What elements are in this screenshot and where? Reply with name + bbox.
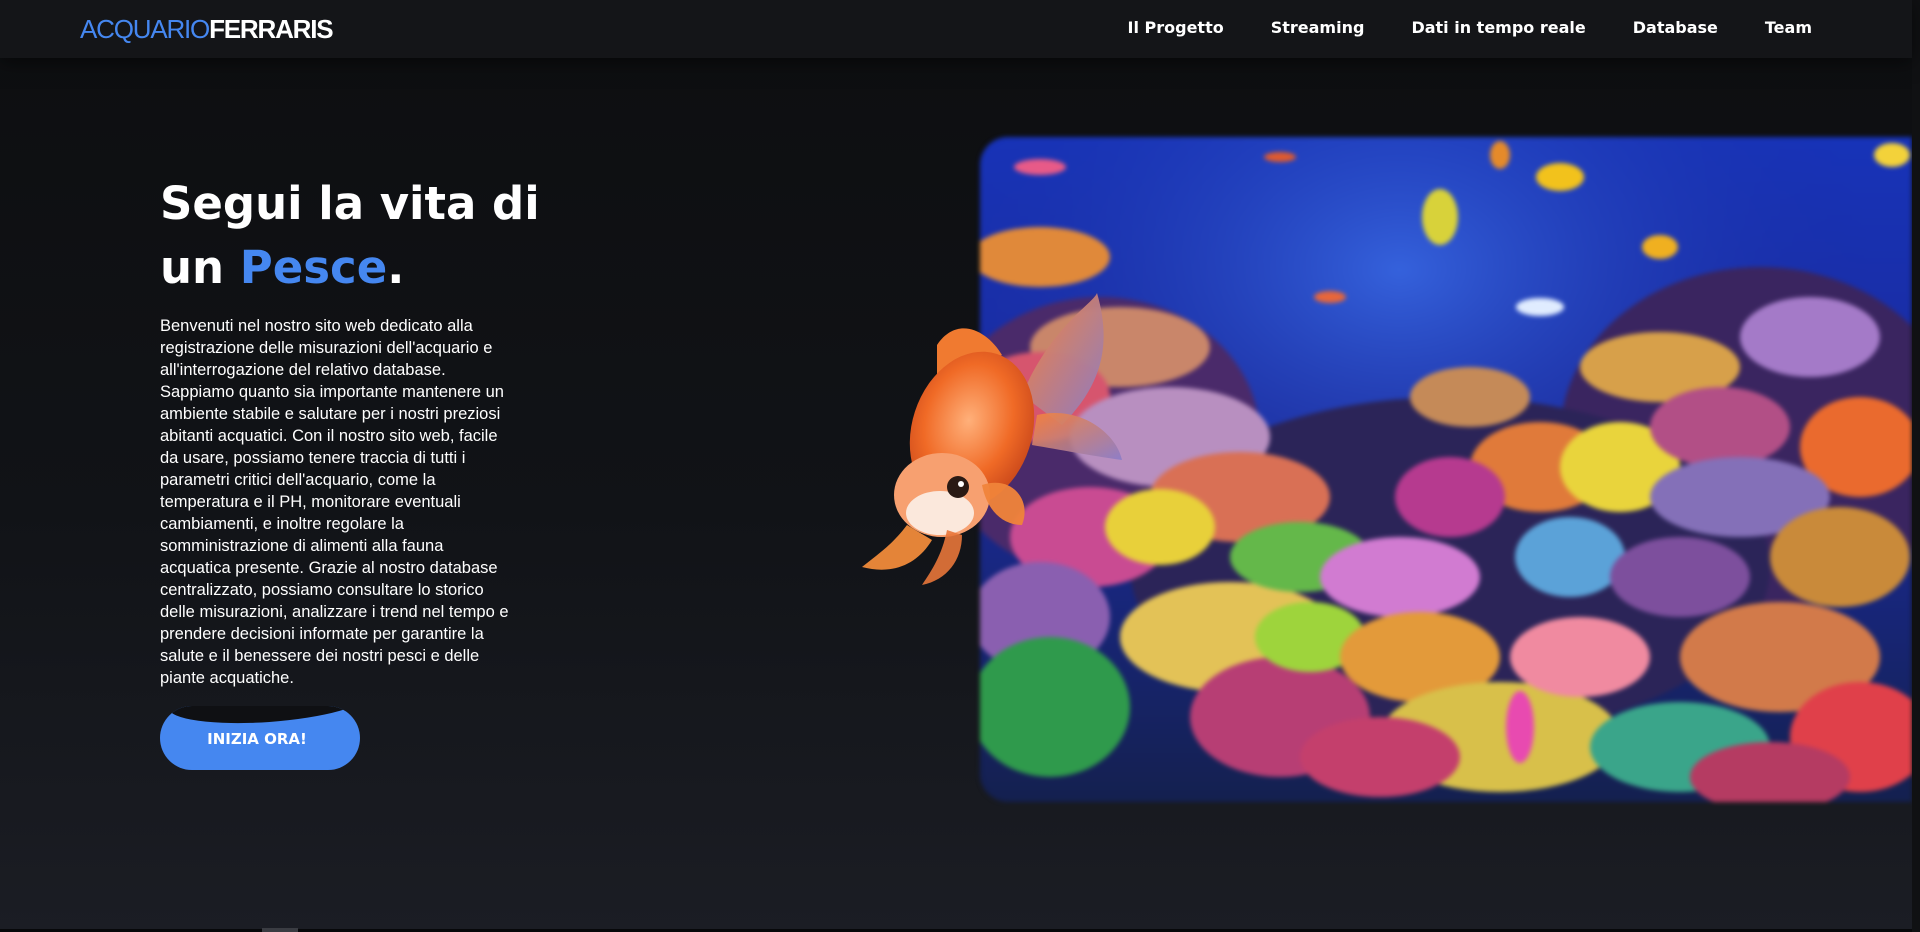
hero-title-prefix: un	[160, 241, 240, 294]
hero-title-suffix: .	[387, 241, 405, 294]
hero-title: Segui la vita di un Pesce.	[160, 172, 580, 300]
hero-title-line1: Segui la vita di	[160, 177, 540, 230]
hero-title-accent: Pesce	[239, 241, 388, 294]
top-navbar: ACQUARIOFERRARIS Il Progetto Streaming D…	[0, 0, 1912, 58]
nav-item-database[interactable]: Database	[1633, 17, 1718, 39]
logo-part-acquario: ACQUARIO	[80, 14, 210, 44]
start-now-label: INIZIA ORA!	[207, 730, 307, 748]
main-nav: Il Progetto Streaming Dati in tempo real…	[1128, 17, 1813, 39]
horizontal-scrollbar-thumb[interactable]	[262, 928, 298, 932]
nav-item-streaming[interactable]: Streaming	[1271, 17, 1365, 39]
logo-part-ferraris: FERRARIS	[209, 14, 333, 44]
vertical-scrollbar[interactable]	[1912, 0, 1920, 932]
page: ACQUARIOFERRARIS Il Progetto Streaming D…	[0, 0, 1920, 932]
nav-item-team[interactable]: Team	[1765, 17, 1812, 39]
nav-item-dati-in-tempo-reale[interactable]: Dati in tempo reale	[1411, 17, 1585, 39]
hero-description: Benvenuti nel nostro sito web dedicato a…	[160, 317, 509, 687]
button-wave-shape	[166, 706, 360, 729]
nav-item-il-progetto[interactable]: Il Progetto	[1128, 17, 1224, 39]
start-now-button[interactable]: INIZIA ORA!	[160, 706, 360, 770]
goldfish-image	[862, 285, 1132, 585]
site-logo[interactable]: ACQUARIOFERRARIS	[80, 12, 334, 46]
